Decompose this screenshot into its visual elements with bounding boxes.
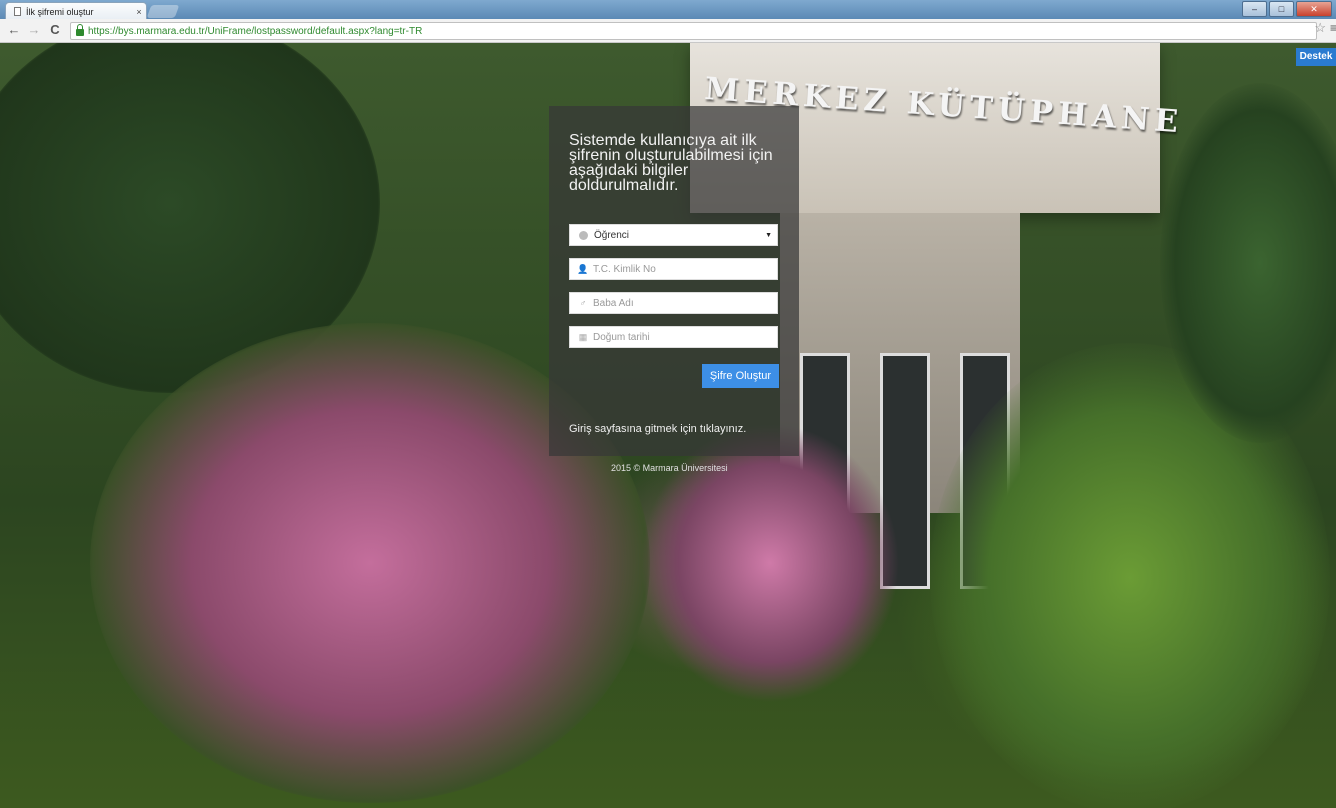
caret-down-icon: ▼ <box>765 231 772 239</box>
tc-kimlik-field[interactable]: 👤 T.C. Kimlik No <box>569 258 778 280</box>
circle-icon <box>579 230 588 240</box>
user-type-value: Öğrenci <box>594 229 630 241</box>
address-bar[interactable]: https://bys.marmara.edu.tr/UniFrame/lost… <box>70 22 1317 40</box>
reload-icon[interactable]: C <box>47 22 63 38</box>
male-icon: ♂ <box>579 298 587 308</box>
forward-arrow-icon[interactable]: → <box>26 22 42 38</box>
window-controls: – □ ✕ <box>1242 1 1332 17</box>
browser-toolbar: ← → C https://bys.marmara.edu.tr/UniFram… <box>0 19 1336 43</box>
document-icon <box>14 7 21 16</box>
tab-title: İlk şifremi oluştur <box>26 6 94 17</box>
browser-menu-icon[interactable]: ≡ <box>1330 21 1336 35</box>
address-url: https://bys.marmara.edu.tr/UniFrame/lost… <box>88 25 423 37</box>
bookmark-star-icon[interactable]: ☆ <box>1314 20 1326 36</box>
dogum-tarihi-field[interactable]: ▦ Doğum tarihi <box>569 326 778 348</box>
tc-kimlik-placeholder: T.C. Kimlik No <box>593 263 656 275</box>
login-page-link[interactable]: Giriş sayfasına gitmek için tıklayınız. <box>569 423 746 435</box>
calendar-icon: ▦ <box>578 331 588 342</box>
support-button[interactable]: Destek <box>1296 48 1336 66</box>
panel-title: Sistemde kullanıcıya ait ilk şifrenin ol… <box>569 132 773 194</box>
new-tab-button[interactable] <box>146 5 180 18</box>
baba-adi-placeholder: Baba Adı <box>593 297 634 309</box>
baba-adi-field[interactable]: ♂ Baba Adı <box>569 292 778 314</box>
user-icon: 👤 <box>577 263 589 274</box>
maximize-button[interactable]: □ <box>1269 1 1294 17</box>
copyright-footer: 2015 © Marmara Üniversitesi <box>611 463 728 473</box>
browser-titlebar: İlk şifremi oluştur × – □ ✕ <box>0 0 1336 20</box>
minimize-button[interactable]: – <box>1242 1 1267 17</box>
user-type-select[interactable]: Öğrenci ▼ <box>569 224 778 246</box>
tab-close-icon[interactable]: × <box>132 7 146 17</box>
close-window-button[interactable]: ✕ <box>1296 1 1332 17</box>
first-password-panel: Sistemde kullanıcıya ait ilk şifrenin ol… <box>549 106 799 456</box>
browser-tab[interactable]: İlk şifremi oluştur × <box>5 2 147 20</box>
create-password-button[interactable]: Şifre Oluştur <box>702 364 779 388</box>
lock-icon <box>76 24 84 36</box>
back-arrow-icon[interactable]: ← <box>6 22 22 38</box>
dogum-tarihi-placeholder: Doğum tarihi <box>593 331 650 343</box>
